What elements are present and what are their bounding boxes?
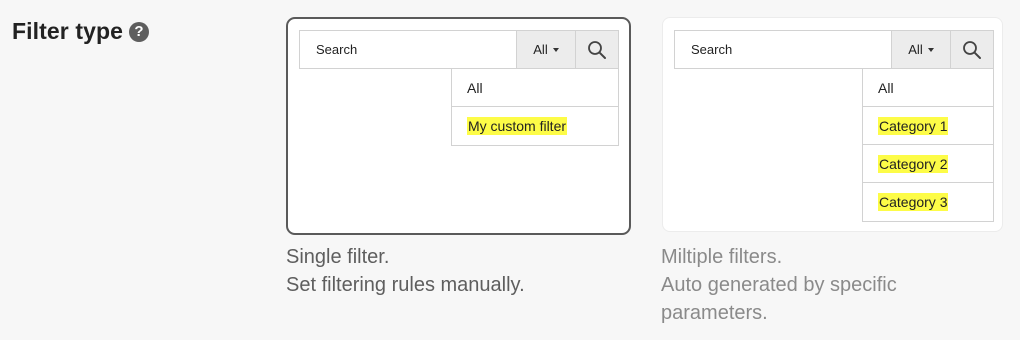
- preview-dropdown-item: All: [863, 69, 993, 107]
- question-circle-icon[interactable]: ?: [129, 22, 150, 42]
- preview-dropdown-item: Category 2: [863, 145, 993, 183]
- preview-dropdown-item: Category 3: [863, 183, 993, 221]
- preview-search-input: Search: [675, 31, 892, 68]
- preview-dropdown-item-label: Category 1: [878, 117, 949, 135]
- preview-filter-toggle: All: [892, 31, 951, 68]
- preview-search-bar: Search All: [674, 30, 994, 69]
- preview-dropdown: All Category 1 Category 2 Category 3: [862, 69, 994, 222]
- preview-filter-toggle-label: All: [533, 42, 548, 57]
- preview-filter-toggle: All: [517, 31, 576, 68]
- caret-down-icon: [927, 47, 934, 52]
- preview-dropdown-item-label: Category 3: [878, 193, 949, 211]
- caption-line: Single filter.: [286, 246, 390, 268]
- preview-search-button: [576, 31, 618, 68]
- preview-filter-toggle-label: All: [908, 42, 923, 57]
- preview-dropdown-item: My custom filter: [452, 107, 618, 145]
- option-caption-multiple: Miltiple filters. Auto generated by spec…: [661, 243, 897, 327]
- field-label-row: Filter type ?: [12, 18, 150, 45]
- option-card-multiple-filters[interactable]: Search All All Category 1 Category 2 Cat…: [662, 17, 1003, 232]
- option-card-single-filter[interactable]: Search All All My custom filter: [286, 17, 631, 235]
- preview-dropdown-item-label: All: [467, 80, 483, 96]
- preview-dropdown-item-label: All: [878, 80, 894, 96]
- preview-dropdown-item: Category 1: [863, 107, 993, 145]
- preview-search-bar: Search All: [299, 30, 619, 69]
- magnifier-icon: [963, 40, 981, 59]
- magnifier-icon: [588, 40, 606, 59]
- caret-down-icon: [552, 47, 559, 52]
- preview-search-input: Search: [300, 31, 517, 68]
- preview-dropdown-item-label: My custom filter: [467, 117, 568, 135]
- caption-line: Auto generated by specific: [661, 274, 897, 296]
- field-label: Filter type: [12, 18, 124, 44]
- preview-dropdown-item: All: [452, 69, 618, 107]
- caption-line: Set filtering rules manually.: [286, 274, 525, 296]
- caption-line: Miltiple filters.: [661, 246, 783, 268]
- preview-dropdown-item-label: Category 2: [878, 155, 949, 173]
- filter-type-setting: Filter type ? Search All All My custom f…: [0, 0, 1020, 340]
- option-caption-single: Single filter. Set filtering rules manua…: [286, 243, 525, 299]
- preview-dropdown: All My custom filter: [451, 69, 619, 146]
- caption-line: parameters.: [661, 302, 768, 324]
- preview-search-button: [951, 31, 993, 68]
